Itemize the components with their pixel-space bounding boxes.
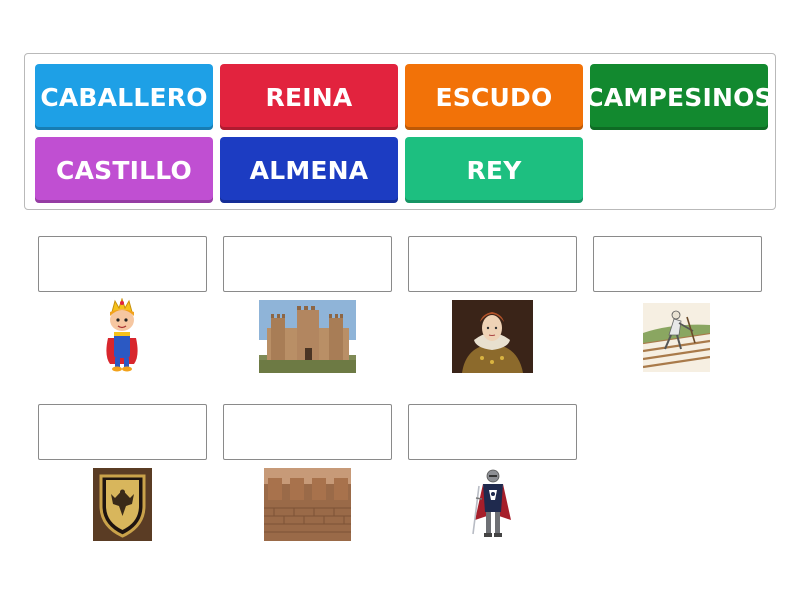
battlement-wall-icon [264,468,351,541]
tile-campesinos[interactable]: CAMPESINOS [585,64,773,130]
drop-slot-3[interactable] [408,236,577,292]
tile-rey[interactable]: REY [405,137,583,203]
tile-caballero[interactable]: CABALLERO [35,64,213,130]
drop-slot-2[interactable] [223,236,392,292]
drop-slot-5[interactable] [38,404,207,460]
word-bank: CABALLERO REINA ESCUDO CAMPESINOS CASTIL… [24,53,776,210]
drop-slot-7[interactable] [408,404,577,460]
tile-castillo[interactable]: CASTILLO [35,137,213,203]
tile-escudo[interactable]: ESCUDO [405,64,583,130]
peasant-farmer-icon [643,303,710,372]
drop-slot-6[interactable] [223,404,392,460]
drop-slot-1[interactable] [38,236,207,292]
heraldic-shield-icon [93,468,152,541]
cartoon-king-icon [100,298,144,374]
drop-slot-4[interactable] [593,236,762,292]
tile-almena[interactable]: ALMENA [220,137,398,203]
queen-portrait-icon [452,300,533,373]
armored-knight-icon [465,466,521,542]
tile-reina[interactable]: REINA [220,64,398,130]
castle-photo-icon [259,300,356,373]
